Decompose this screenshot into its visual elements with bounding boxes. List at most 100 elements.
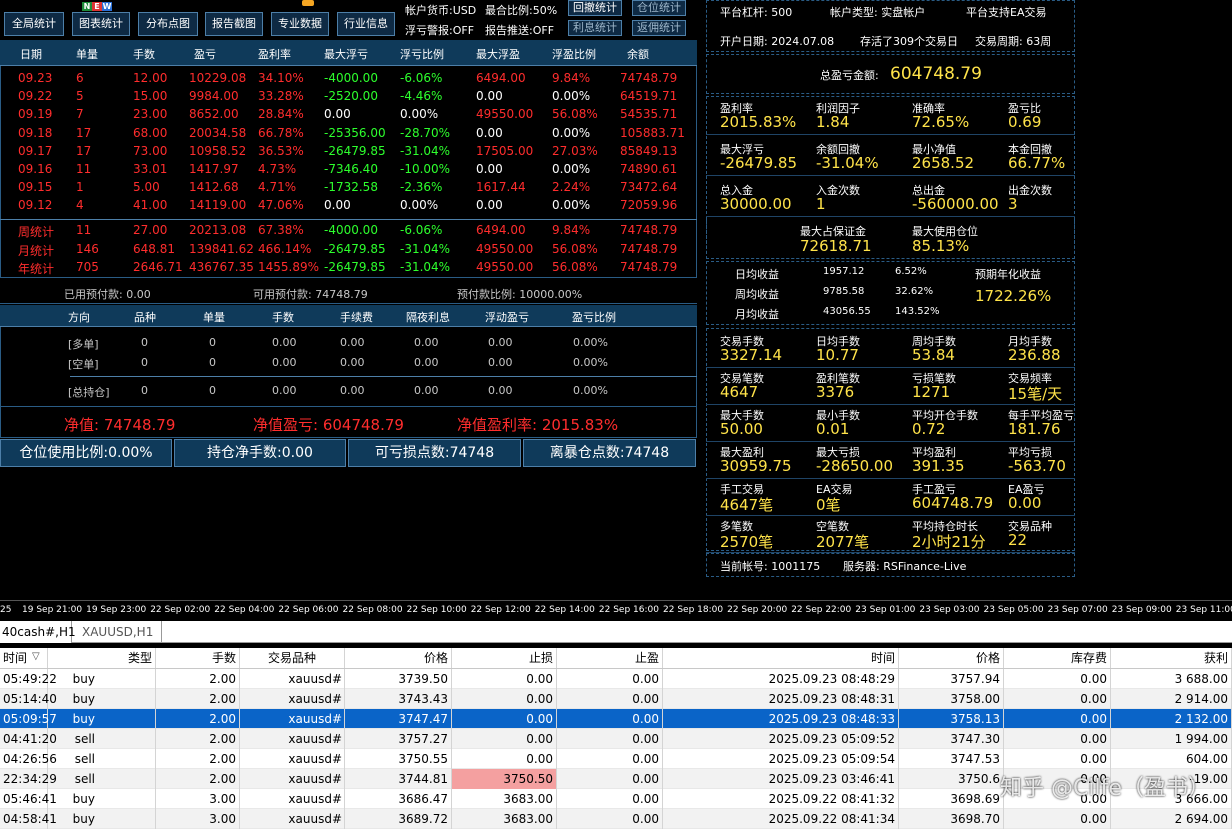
table-row[interactable]: 05:14:40 buy 2.00 xauusd# 3743.43 0.00 0.00 202…: [0, 689, 1232, 709]
table-cell: 04:41:20: [0, 729, 57, 749]
time-tick: 22 Sep 18:00: [663, 605, 724, 615]
metric-value: 0.72: [912, 420, 946, 438]
position-cell: 0.00: [340, 384, 365, 397]
position-usage-button[interactable]: 仓位使用比例:0.00%: [0, 439, 172, 467]
pro-data-button[interactable]: 专业数据: [271, 12, 329, 36]
metric-value: 3327.14: [720, 346, 783, 364]
position-cell: 0.00%: [573, 336, 608, 349]
table-cell: 12.00: [133, 71, 168, 85]
loss-points-button[interactable]: 可亏损点数:74748: [348, 439, 521, 467]
column-header[interactable]: 手数: [156, 648, 240, 668]
table-cell: 3689.72: [345, 809, 452, 829]
table-cell: 2025.09.23 05:09:52: [663, 729, 899, 749]
table-cell: 705: [76, 260, 99, 274]
position-cell: 0.00: [414, 356, 439, 369]
table-row[interactable]: 04:41:20 sell 2.00 xauusd# 3757.27 0.00 0.00 20…: [0, 729, 1232, 749]
position-cell: [总持仓]: [68, 386, 110, 399]
column-header[interactable]: 交易品种: [240, 648, 345, 668]
metric-value: 53.84: [912, 346, 955, 364]
column-header[interactable]: 止损: [452, 648, 557, 668]
income-cell: 32.62%: [895, 286, 934, 297]
table-cell: 47.06%: [258, 198, 304, 213]
table-cell: 20213.08: [189, 223, 247, 237]
survived-days: 存活了309个交易日: [860, 35, 958, 48]
column-header[interactable]: 库存费: [1004, 648, 1111, 668]
table-cell: 74748.79: [620, 241, 678, 256]
metric-value: 66.77%: [1008, 154, 1066, 172]
column-header[interactable]: 止盈: [557, 648, 663, 668]
metric-value: 0笔: [816, 496, 841, 514]
metric-divider: [706, 367, 1075, 368]
trade-period: 交易周期: 63周: [975, 35, 1052, 48]
time-tick: 19 Sep 21:00: [22, 605, 83, 615]
chart-stats-button[interactable]: 图表统计: [72, 12, 130, 36]
column-header[interactable]: 类型: [48, 648, 156, 668]
liquidation-points-button[interactable]: 离暴仓点数:74748: [523, 439, 696, 467]
table-cell: 10229.08: [189, 71, 247, 85]
metric-value: 391.35: [912, 457, 965, 475]
table-row[interactable]: 05:09:57 buy 2.00 xauusd# 3747.47 0.00 0.00 202…: [0, 709, 1232, 729]
table-cell: 6494.00: [476, 71, 526, 85]
table-cell: 09.22: [18, 89, 53, 104]
table-cell: -7346.40: [324, 162, 378, 176]
global-stats-button[interactable]: 全局统计: [4, 12, 64, 36]
column-header[interactable]: 时间: [663, 648, 899, 668]
platform-leverage: 平台杠杆: 500: [720, 6, 793, 19]
total-pnl-value: 604748.79: [890, 64, 982, 84]
table-cell: 3 688.00: [1111, 669, 1232, 689]
time-tick: 23 Sep 01:00: [855, 605, 916, 615]
interest-stats-button[interactable]: 利息统计: [568, 20, 622, 36]
table-cell: 20034.58: [189, 125, 247, 140]
sort-desc-icon[interactable]: ▽: [32, 651, 40, 662]
metric-value: 1.84: [816, 113, 850, 131]
table-cell: 2.00: [156, 709, 240, 729]
net-lots-button[interactable]: 持仓净手数:0.00: [174, 439, 346, 467]
table-cell: buy: [48, 669, 156, 689]
drawdown-stats-button[interactable]: 回撤统计: [568, 0, 622, 16]
table-cell: 436767.35: [189, 260, 254, 274]
distribution-chart-button[interactable]: 分布点图: [138, 12, 198, 36]
table-cell: -31.04%: [400, 241, 451, 256]
tab-xauusd[interactable]: XAUUSD,H1: [82, 621, 162, 643]
net-value: 净值: 74748.79: [64, 416, 176, 434]
table-row: 09.18 17 68.00 20034.58 66.78% -25356.00 -28.7…: [0, 124, 697, 142]
positions-header: 方向 品种 单量 手数 手续费 隔夜利息 浮动盈亏 盈亏比例: [0, 305, 697, 327]
table-cell: xauusd#: [240, 789, 345, 809]
table-cell: 0.00: [452, 749, 557, 769]
position-cell: 0.00: [414, 336, 439, 349]
column-header[interactable]: 价格: [345, 648, 452, 668]
table-cell: 17505.00: [476, 143, 534, 158]
tab-40cash[interactable]: 40cash#,H1: [0, 621, 76, 643]
table-cell: 11: [76, 162, 92, 176]
column-header[interactable]: 时间: [0, 648, 48, 668]
table-cell: buy: [48, 789, 156, 809]
table-cell: 15.00: [133, 89, 168, 104]
table-row[interactable]: 04:58:41 buy 3.00 xauusd# 3689.72 3683.00 0.00…: [0, 809, 1232, 829]
rebate-stats-button[interactable]: 返佣统计: [632, 20, 686, 36]
table-cell: -25356.00: [324, 125, 386, 140]
income-cell: 43056.55: [823, 306, 871, 317]
table-cell: 3683.00: [452, 789, 557, 809]
table-cell: 8652.00: [189, 107, 239, 122]
column-header[interactable]: 获利: [1111, 648, 1232, 668]
metric-value: 50.00: [720, 420, 763, 438]
industry-info-button[interactable]: 行业信息: [337, 12, 395, 36]
metric-value: -560000.00: [912, 195, 999, 213]
report-screenshot-button[interactable]: 报告截图: [205, 12, 263, 36]
table-row[interactable]: 04:26:56 sell 2.00 xauusd# 3750.55 0.00 0.00 20…: [0, 749, 1232, 769]
time-tick: 22 Sep 14:00: [534, 605, 595, 615]
table-row[interactable]: 05:49:22 buy 2.00 xauusd# 3739.50 0.00 0.00 202…: [0, 669, 1232, 689]
column-header[interactable]: 价格: [899, 648, 1004, 668]
metric-value: 2015.83%: [720, 113, 797, 131]
metric-value: 4647笔: [720, 496, 774, 514]
metric-value: -26479.85: [720, 154, 797, 172]
table-cell: xauusd#: [240, 749, 345, 769]
table-cell: 34.10%: [258, 71, 304, 85]
table-cell: xauusd#: [240, 689, 345, 709]
available-prepay: 可用预付款: 74748.79: [253, 288, 368, 301]
max-ratio: 最合比例:50%: [485, 4, 558, 17]
position-cell: 0.00: [272, 336, 297, 349]
metric-value: 4647: [720, 383, 759, 401]
position-stats-button[interactable]: 仓位统计: [632, 0, 686, 16]
table-cell: 74748.79: [620, 223, 678, 237]
